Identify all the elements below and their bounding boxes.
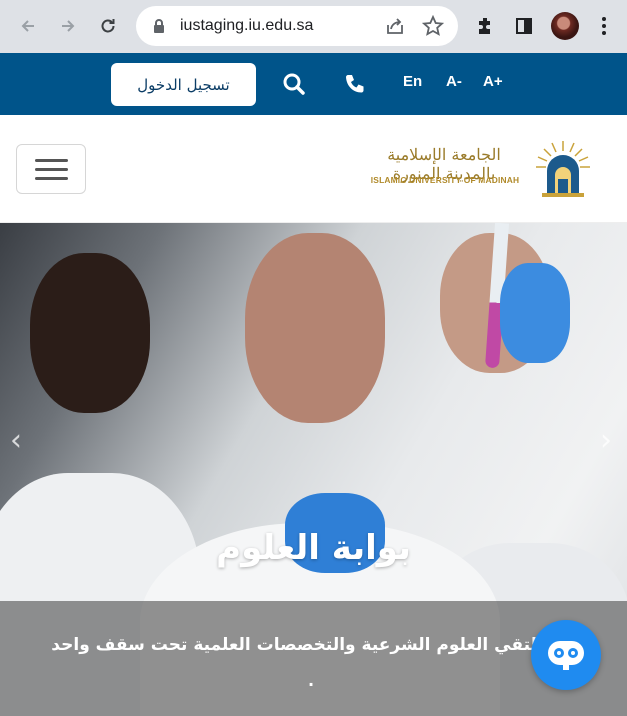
chatbot-button[interactable]: [531, 620, 601, 690]
reload-icon[interactable]: [96, 14, 120, 38]
slider-prev-icon[interactable]: ‹: [10, 423, 22, 458]
hero-title: بوابة العلوم: [216, 528, 411, 568]
login-button[interactable]: تسجيل الدخول: [111, 63, 256, 106]
font-increase-button[interactable]: A+: [483, 73, 503, 90]
logo-english-text: ISLAMIC UNIVERSITY OF MADINAH: [370, 175, 520, 185]
forward-arrow-icon[interactable]: [56, 14, 80, 38]
star-icon[interactable]: [421, 14, 445, 41]
hero-image-student: [30, 253, 150, 413]
search-icon[interactable]: [279, 69, 309, 99]
hero-subtitle-dot: .: [308, 671, 315, 690]
slider-next-icon[interactable]: ›: [600, 423, 612, 458]
hamburger-icon[interactable]: [16, 144, 86, 194]
lock-icon: [152, 18, 166, 38]
university-logo[interactable]: الجامعة الإسلامية بالمدينة المنورة ISLAM…: [360, 137, 595, 201]
utility-bar: تسجيل الدخول En A- A+: [0, 53, 627, 115]
chatbot-icon: [548, 641, 584, 670]
back-arrow-icon[interactable]: [16, 14, 40, 38]
hero-subtitle: ملتقي العلوم الشرعية والتخصصات العلمية ت…: [51, 635, 548, 655]
share-icon[interactable]: [385, 16, 405, 40]
language-toggle[interactable]: En: [403, 73, 422, 90]
logo-emblem-icon: [536, 141, 590, 197]
address-bar[interactable]: iustaging.iu.edu.sa: [136, 6, 458, 46]
profile-avatar[interactable]: [551, 12, 579, 40]
sidepanel-icon[interactable]: [512, 14, 536, 38]
url-text: iustaging.iu.edu.sa: [180, 17, 314, 34]
hero-image-professor: [245, 233, 385, 423]
site-header: الجامعة الإسلامية بالمدينة المنورة ISLAM…: [0, 115, 627, 223]
phone-icon[interactable]: [340, 69, 370, 99]
kebab-menu-icon[interactable]: [592, 14, 616, 38]
browser-toolbar: iustaging.iu.edu.sa: [0, 0, 627, 53]
extensions-icon[interactable]: [473, 14, 497, 38]
font-decrease-button[interactable]: A-: [446, 73, 462, 90]
